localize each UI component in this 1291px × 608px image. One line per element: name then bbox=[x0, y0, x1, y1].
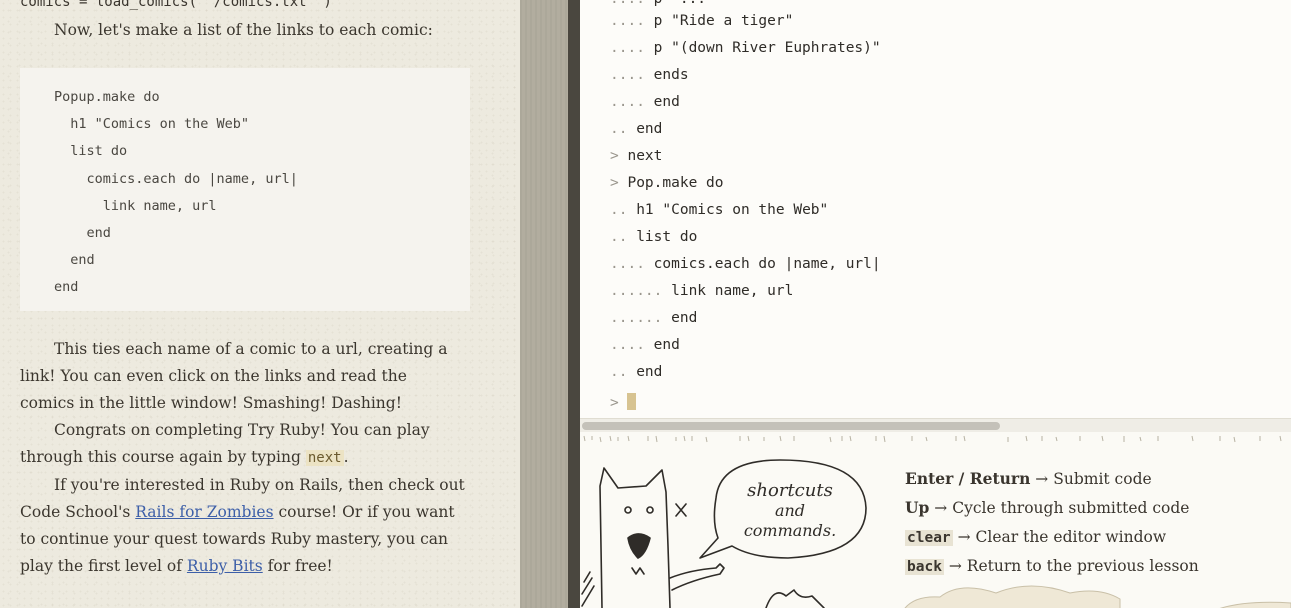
console-prompt: .... bbox=[610, 256, 645, 272]
shortcut-item: clear → Clear the editor window bbox=[905, 526, 1199, 555]
console-prompt: > bbox=[610, 148, 619, 164]
console-line: .... comics.each do |name, url| bbox=[610, 251, 881, 278]
shortcut-key: Enter / Return bbox=[905, 469, 1031, 488]
lesson-paragraph-3: If you're interested in Ruby on Rails, t… bbox=[20, 476, 465, 575]
shortcut-item: Enter / Return → Submit code bbox=[905, 468, 1199, 497]
bubble-line-2: and bbox=[775, 501, 805, 520]
lesson-intro: Now, let's make a list of the links to e… bbox=[54, 21, 433, 39]
console-code: comics.each do |name, url| bbox=[644, 256, 881, 272]
shortcut-description: Clear the editor window bbox=[975, 528, 1167, 546]
lesson-paragraph-2: Congrats on completing Try Ruby! You can… bbox=[20, 421, 430, 466]
code-example-text: Popup.make do h1 "Comics on the Web" lis… bbox=[54, 89, 298, 296]
arrow-icon: → bbox=[948, 557, 962, 575]
console-code: end bbox=[644, 337, 680, 353]
console-prompt: .. bbox=[610, 364, 628, 380]
console-line: ...... end bbox=[610, 305, 697, 332]
console-prompt: > bbox=[610, 175, 619, 191]
code-example: Popup.make do h1 "Comics on the Web" lis… bbox=[20, 68, 470, 311]
console-prompt: .. bbox=[610, 202, 628, 218]
help-panel: shortcuts and commands. Enter / Return →… bbox=[580, 432, 1291, 608]
console-line: .... p "(down River Euphrates)" bbox=[610, 35, 881, 62]
console-code: end bbox=[627, 121, 663, 137]
console-prompt: .. bbox=[610, 229, 628, 245]
ruby-console[interactable]: .... p "..." .... p "Ride a tiger".... p… bbox=[580, 0, 1291, 418]
lesson-top-code: comics = load_comics( '/comics.txt' ) bbox=[20, 0, 332, 10]
cat-mascot-illustration: shortcuts and commands. bbox=[581, 459, 867, 608]
console-line: .. h1 "Comics on the Web" bbox=[610, 197, 828, 224]
bubble-line-1: shortcuts bbox=[747, 480, 833, 501]
console-code: list do bbox=[627, 229, 698, 245]
shortcut-description: Submit code bbox=[1053, 470, 1152, 488]
console-code: link name, url bbox=[662, 283, 794, 299]
console-prompt: .... bbox=[610, 40, 645, 56]
arrow-icon: → bbox=[934, 499, 948, 517]
console-prompt: ...... bbox=[610, 283, 663, 299]
console-code: h1 "Comics on the Web" bbox=[627, 202, 829, 218]
console-prompt: .... bbox=[610, 337, 645, 353]
shortcut-item: Up → Cycle through submitted code bbox=[905, 497, 1199, 526]
console-code: next bbox=[618, 148, 663, 164]
console-code: ends bbox=[644, 67, 689, 83]
console-code: p "(down River Euphrates)" bbox=[644, 40, 881, 56]
console-line: .... end bbox=[610, 89, 680, 116]
console-line: .... ends bbox=[610, 62, 689, 89]
console-scrollbar-thumb[interactable] bbox=[582, 422, 1000, 430]
shortcut-key: Up bbox=[905, 498, 930, 517]
shortcut-list: Enter / Return → Submit code Up → Cycle t… bbox=[905, 468, 1199, 584]
console-code: p "Ride a tiger" bbox=[644, 13, 794, 29]
console-line: .. list do bbox=[610, 224, 697, 251]
console-line: > next bbox=[610, 143, 662, 170]
rails-for-zombies-link[interactable]: Rails for Zombies bbox=[135, 503, 273, 521]
console-prompt: .... bbox=[610, 67, 645, 83]
console-line: ...... link name, url bbox=[610, 278, 793, 305]
console-code: end bbox=[627, 364, 663, 380]
console-line: .. end bbox=[610, 359, 662, 386]
arrow-icon: → bbox=[957, 528, 971, 546]
shortcut-key: clear bbox=[905, 530, 953, 546]
text-cursor bbox=[627, 393, 637, 410]
pane-divider[interactable] bbox=[520, 0, 568, 608]
shortcut-description: Return to the previous lesson bbox=[966, 557, 1199, 575]
console-code: Pop.make do bbox=[618, 175, 724, 191]
pane-divider-edge bbox=[568, 0, 580, 608]
cloud-decoration bbox=[904, 585, 1291, 608]
console-code: end bbox=[644, 94, 680, 110]
arrow-icon: → bbox=[1035, 470, 1049, 488]
lesson-pane: comics = load_comics( '/comics.txt' ) No… bbox=[0, 0, 520, 608]
shortcut-description: Cycle through submitted code bbox=[952, 499, 1190, 517]
console-code: end bbox=[662, 310, 698, 326]
console-prompt: .... bbox=[610, 94, 645, 110]
console-input-line[interactable]: > bbox=[610, 390, 637, 417]
console-line: .... p "Ride a tiger" bbox=[610, 8, 793, 35]
ruby-bits-link[interactable]: Ruby Bits bbox=[187, 557, 263, 575]
console-line: .... end bbox=[610, 332, 680, 359]
next-command: next bbox=[305, 450, 344, 466]
bubble-line-3: commands. bbox=[744, 521, 836, 540]
console-line: > Pop.make do bbox=[610, 170, 724, 197]
console-line: .. end bbox=[610, 116, 662, 143]
lesson-paragraph-1: This ties each name of a comic to a url,… bbox=[20, 340, 448, 412]
console-prompt: ...... bbox=[610, 310, 663, 326]
shortcut-key: back bbox=[905, 559, 944, 575]
console-scrollbar[interactable] bbox=[580, 418, 1291, 433]
grass-decoration bbox=[583, 435, 1282, 443]
console-prompt: .... bbox=[610, 13, 645, 29]
console-prompt: .. bbox=[610, 121, 628, 137]
